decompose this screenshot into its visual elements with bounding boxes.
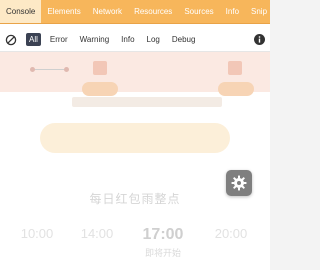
action-card[interactable] <box>40 123 230 153</box>
time-slot[interactable]: 14:00 <box>74 226 120 243</box>
time-slot[interactable]: 20:00 <box>208 226 254 243</box>
time-label: 20:00 <box>214 226 248 241</box>
screen: 每日红包雨整点 10:00 14:00 17:00 即将开始 20:00 Con… <box>0 0 270 270</box>
tab-network[interactable]: Network <box>87 0 128 23</box>
filter-info[interactable]: Info <box>118 33 137 46</box>
time-label: 14:00 <box>80 226 114 241</box>
gear-icon <box>231 175 247 191</box>
tab-resources[interactable]: Resources <box>128 0 178 23</box>
time-label: 17:00 <box>142 226 184 243</box>
filter-warning[interactable]: Warning <box>77 33 113 46</box>
progress-dot <box>64 67 69 72</box>
clear-console-icon[interactable] <box>5 34 17 46</box>
tab-console[interactable]: Console <box>0 0 42 23</box>
time-slots: 10:00 14:00 17:00 即将开始 20:00 <box>0 226 270 270</box>
progress-line <box>33 69 67 70</box>
time-label: 10:00 <box>20 226 54 241</box>
progress-dot <box>30 67 35 72</box>
console-filter-bar: All Error Warning Info Log Debug <box>0 28 270 52</box>
faint-text <box>72 97 222 107</box>
tab-sources[interactable]: Sources <box>178 0 219 23</box>
tab-info[interactable]: Info <box>220 0 245 23</box>
info-icon[interactable] <box>254 34 265 45</box>
time-slot[interactable]: 10:00 <box>14 226 60 243</box>
tab-snippets[interactable]: Snip <box>245 0 270 23</box>
step-icon <box>228 61 242 75</box>
filter-error[interactable]: Error <box>47 33 71 46</box>
step-pill <box>82 82 118 96</box>
step-pill <box>218 82 254 96</box>
tab-elements[interactable]: Elements <box>41 0 86 23</box>
devtools-tab-bar: Console Elements Network Resources Sourc… <box>0 0 270 24</box>
settings-button[interactable] <box>226 170 252 196</box>
time-slot-current[interactable]: 17:00 即将开始 <box>136 226 190 259</box>
filter-debug[interactable]: Debug <box>169 33 199 46</box>
time-status: 即将开始 <box>144 248 181 258</box>
filter-log[interactable]: Log <box>144 33 163 46</box>
filter-all[interactable]: All <box>26 33 41 46</box>
step-icon <box>93 61 107 75</box>
